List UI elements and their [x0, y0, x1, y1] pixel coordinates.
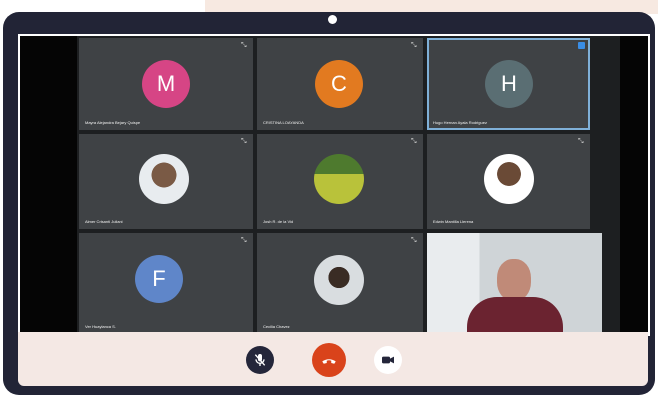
camera-icon: [328, 15, 337, 24]
laptop-frame: ⤡ M Mayra Alejandra Bejary Quispe ⤡ C CR…: [3, 12, 655, 395]
speaking-badge-icon: [578, 42, 585, 49]
participant-tile[interactable]: ⤡ Almer Crisanti Juliani: [79, 134, 253, 229]
hang-up-icon: [322, 359, 336, 364]
pin-icon[interactable]: ⤡: [578, 138, 584, 145]
participant-tile-active[interactable]: H Hugo Hernan Ayala Rodriguez: [427, 38, 590, 130]
participant-tile[interactable]: ⤡ C CRISTINA LOAYANDA: [257, 38, 423, 130]
participant-photo: [484, 154, 534, 204]
participant-photo: [314, 154, 364, 204]
avatar-initial: H: [485, 60, 533, 108]
pin-icon[interactable]: ⤡: [411, 42, 417, 49]
participant-photo: [314, 255, 364, 305]
participant-name: CRISTINA LOAYANDA: [263, 120, 304, 125]
participant-name: Hugo Hernan Ayala Rodriguez: [433, 120, 487, 125]
participant-tile[interactable]: ⤡ M Mayra Alejandra Bejary Quispe: [79, 38, 253, 130]
video-camera-icon: [382, 356, 394, 364]
participant-name: Ver Huaylanca S.: [85, 324, 116, 329]
avatar-initial: M: [142, 60, 190, 108]
avatar-initial: C: [315, 60, 363, 108]
person-body: [467, 297, 563, 334]
pin-icon[interactable]: ⤡: [241, 42, 247, 49]
participant-name: Mayra Alejandra Bejary Quispe: [85, 120, 141, 125]
video-button[interactable]: [374, 346, 402, 374]
participant-name: Josh R. de la Vid: [263, 219, 294, 224]
video-call-screen: ⤡ M Mayra Alejandra Bejary Quispe ⤡ C CR…: [18, 34, 650, 336]
participant-name: Almer Crisanti Juliani: [85, 219, 123, 224]
call-controls-bar: [18, 332, 648, 386]
participant-grid: ⤡ M Mayra Alejandra Bejary Quispe ⤡ C CR…: [77, 36, 620, 334]
mute-button[interactable]: [246, 346, 274, 374]
person-head: [497, 259, 531, 301]
participant-video[interactable]: [427, 233, 602, 334]
participant-tile[interactable]: ⤡ F Ver Huaylanca S.: [79, 233, 253, 334]
participant-tile[interactable]: ⤡ Josh R. de la Vid: [257, 134, 423, 229]
pin-icon[interactable]: ⤡: [411, 138, 417, 145]
participant-name: Edwin Mantilla Llerena: [433, 219, 474, 224]
avatar-initial: F: [135, 255, 183, 303]
pin-icon[interactable]: ⤡: [241, 138, 247, 145]
pin-icon[interactable]: ⤡: [241, 237, 247, 244]
participant-tile[interactable]: ⤡ Cecilia Chavez: [257, 233, 423, 334]
end-call-button[interactable]: [312, 343, 346, 377]
participant-tile[interactable]: ⤡ Edwin Mantilla Llerena: [427, 134, 590, 229]
participant-name: Cecilia Chavez: [263, 324, 290, 329]
participant-photo: [139, 154, 189, 204]
pin-icon[interactable]: ⤡: [411, 237, 417, 244]
microphone-muted-icon: [254, 354, 266, 366]
